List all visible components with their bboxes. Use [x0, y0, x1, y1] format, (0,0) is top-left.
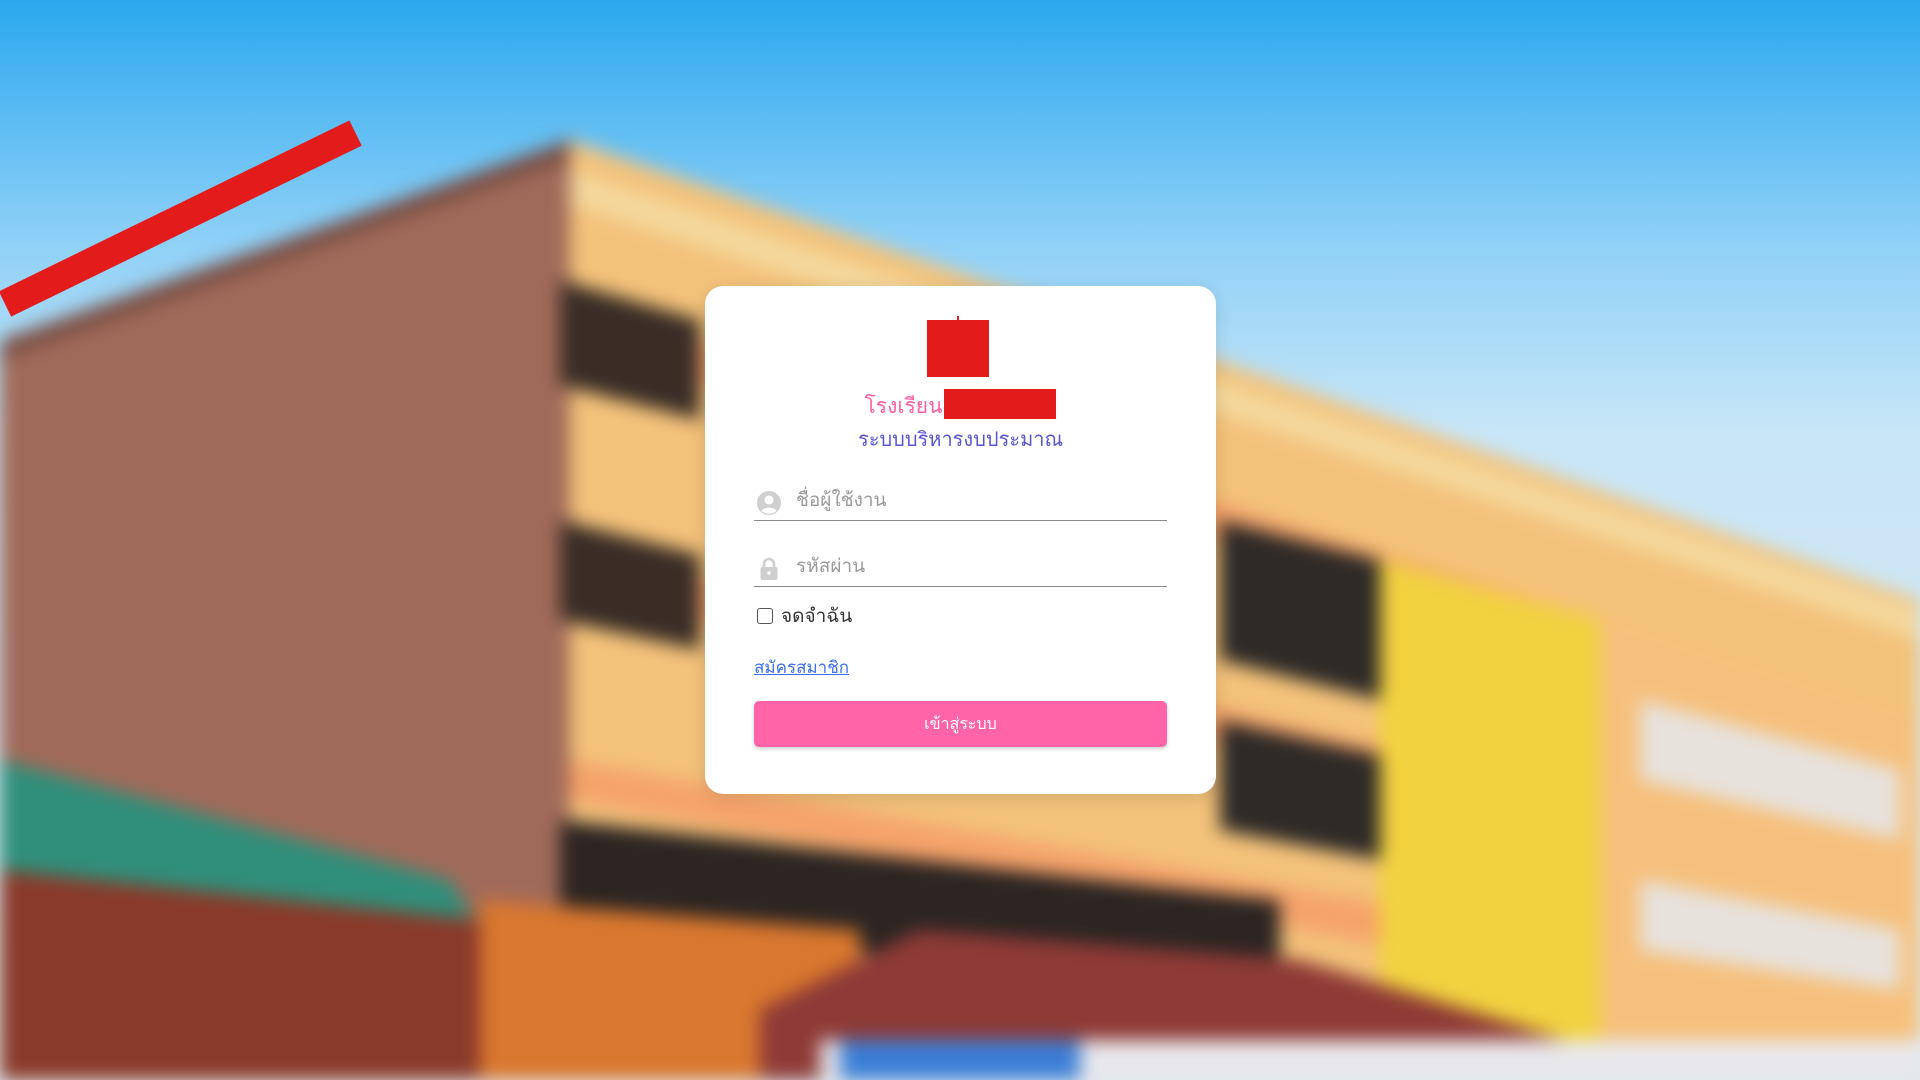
login-page: โรงเรียน ระบบบริหารงบประมาณ จดจำฉัน สมัค… [0, 0, 1920, 1080]
school-name-prefix: โรงเรียน [864, 394, 943, 418]
username-input[interactable] [794, 482, 1168, 518]
register-link[interactable]: สมัครสมาชิก [754, 654, 849, 681]
lock-icon [760, 557, 778, 580]
school-name-redaction [944, 388, 1057, 419]
school-name-line: โรงเรียน [705, 388, 1216, 423]
login-card: โรงเรียน ระบบบริหารงบประมาณ จดจำฉัน สมัค… [705, 286, 1216, 794]
system-title: ระบบบริหารงบประมาณ [857, 427, 1064, 451]
remember-checkbox[interactable] [757, 608, 773, 624]
password-input[interactable] [794, 548, 1168, 584]
password-field [754, 546, 1168, 587]
school-logo-redacted [927, 320, 989, 377]
user-circle-icon [757, 491, 781, 515]
remember-label: จดจำฉัน [781, 605, 853, 627]
remember-me[interactable]: จดจำฉัน [757, 603, 852, 629]
login-button[interactable]: เข้าสู่ระบบ [754, 701, 1167, 747]
username-field [754, 480, 1168, 521]
